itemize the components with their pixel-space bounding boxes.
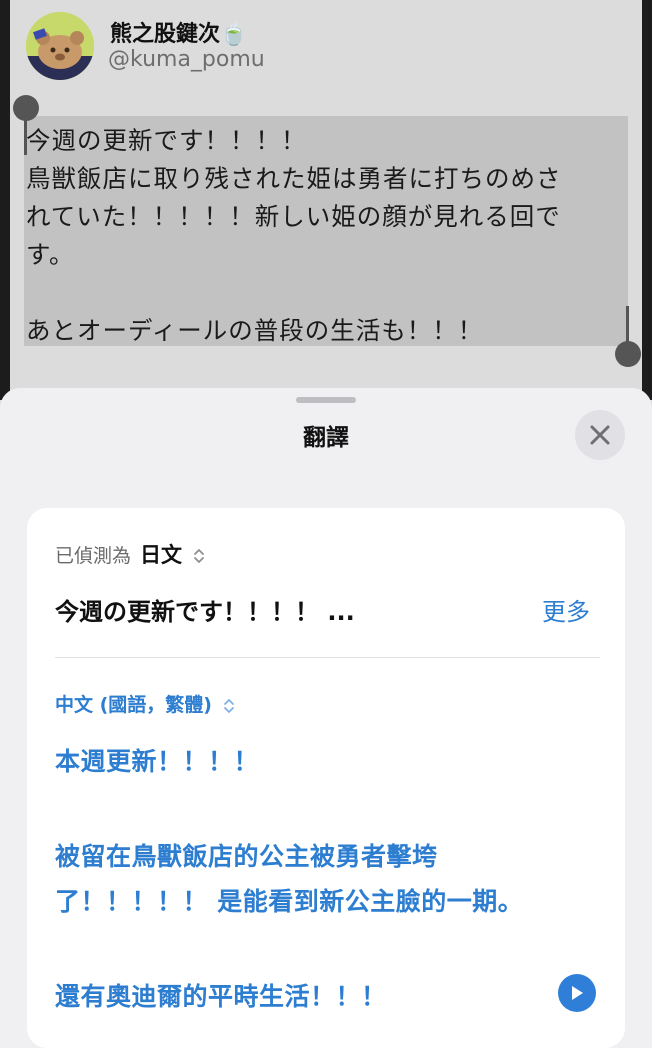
source-text-preview: 今週の更新です！！！！ ...	[55, 598, 355, 626]
tweet-text-line[interactable]: す。	[26, 236, 75, 271]
close-button[interactable]	[575, 410, 625, 460]
avatar[interactable]	[26, 12, 94, 80]
more-button[interactable]: 更多	[542, 592, 590, 627]
tweet-text-line[interactable]: 鳥獣飯店に取り残された姫は勇者に打ちのめさ	[26, 160, 562, 195]
source-language-selector[interactable]: 日文	[140, 539, 205, 569]
play-icon	[572, 986, 583, 1000]
target-language-label: 中文 (國語，繁體)	[55, 694, 212, 716]
divider	[55, 657, 600, 658]
close-icon	[590, 425, 610, 445]
play-button[interactable]	[558, 974, 596, 1012]
chevron-updown-icon	[194, 549, 205, 563]
sheet-grabber[interactable]	[296, 397, 356, 403]
username[interactable]: @kuma_pomu	[108, 47, 265, 72]
translation-line: 被留在鳥獸飯店的公主被勇者擊垮	[55, 842, 438, 871]
screen-edge-right	[642, 0, 652, 400]
tweet-text-line[interactable]: れていた！！！！！新しい姫の顔が見れる回で	[26, 198, 561, 233]
translation-card	[27, 508, 625, 1048]
translation-line: 本週更新！！！！	[55, 747, 260, 776]
screen-edge-left	[0, 0, 10, 400]
target-language-selector[interactable]: 中文 (國語，繁體)	[55, 690, 235, 717]
selection-end-handle[interactable]	[615, 341, 641, 367]
translation-line: 了！！！！！ 是能看到新公主臉的一期。	[55, 887, 524, 916]
chevron-updown-icon	[223, 698, 234, 713]
detected-language-prefix: 已偵測為	[55, 545, 132, 567]
display-name[interactable]: 熊之股鍵次🍵	[110, 16, 247, 48]
translation-line: 還有奧迪爾的平時生活！！！	[55, 982, 387, 1011]
sheet-title: 翻譯	[303, 425, 349, 451]
bear-avatar-icon	[26, 12, 94, 80]
selection-start-stem	[24, 115, 27, 155]
selection-end-stem	[626, 306, 629, 346]
tweet-text-line[interactable]: あとオーディールの普段の生活も！！！	[26, 312, 483, 347]
tweet-text-line[interactable]: 今週の更新です！！！！	[26, 122, 307, 157]
source-language-label: 日文	[140, 543, 182, 567]
